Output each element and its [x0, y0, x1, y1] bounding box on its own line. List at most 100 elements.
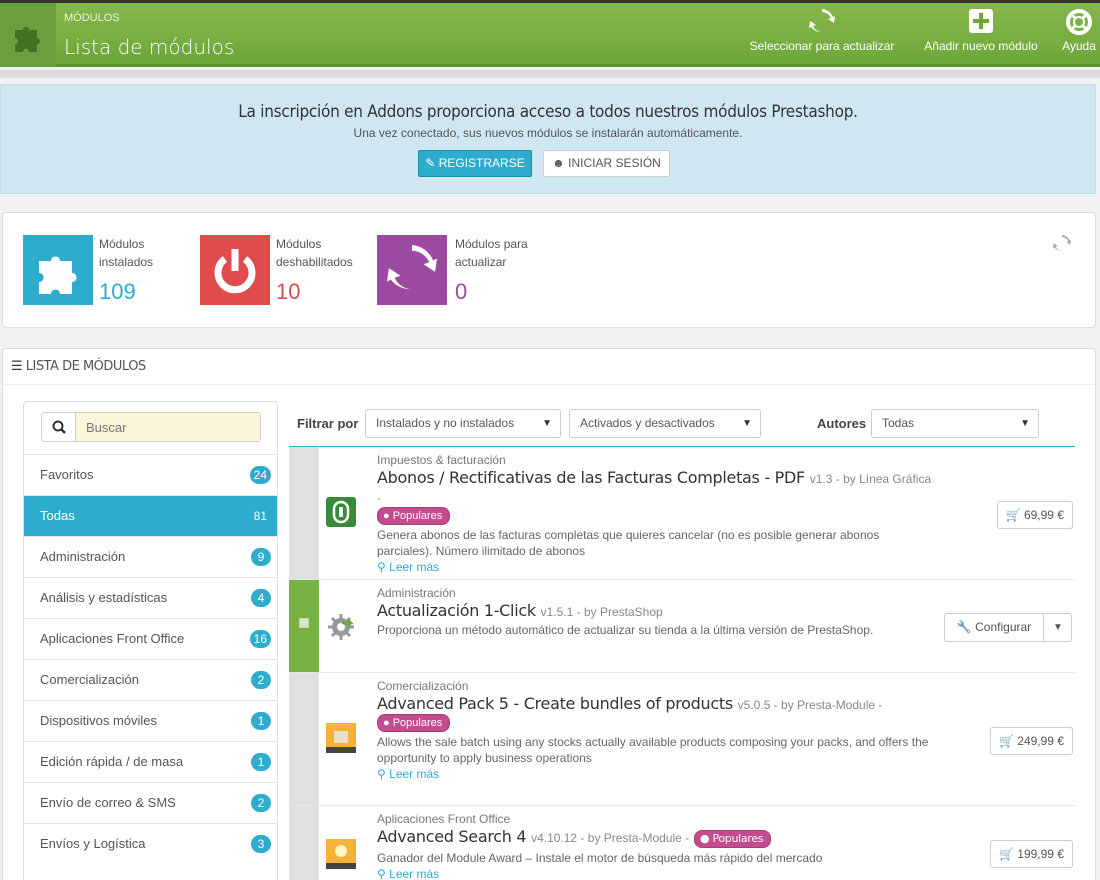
category-item[interactable]: Edición rápida / de masa 1: [24, 741, 277, 782]
module-category: Impuestos & facturación: [377, 453, 506, 467]
lifebuoy-icon: [1058, 9, 1100, 35]
login-label: INICIAR SESIÓN: [568, 156, 661, 170]
buy-button[interactable]: 🛒 69,99 €: [996, 501, 1073, 529]
register-label: REGISTRARSE: [438, 156, 525, 170]
read-more-label: Leer más: [389, 767, 440, 781]
module-stats-panel: Módulos instalados 109 Módulos deshabili…: [2, 212, 1096, 328]
configure-button[interactable]: 🔧 Configurar: [945, 614, 1043, 641]
buy-button[interactable]: 🛒 199,99 €: [989, 840, 1073, 868]
filter-bar: Filtrar por Instalados y no instalados ▼…: [297, 409, 1077, 439]
buy-button[interactable]: 🛒 249,99 €: [989, 727, 1073, 755]
module-status-bar: [289, 806, 319, 880]
module-title: Actualización 1-Click: [377, 601, 536, 620]
filter-label: Filtrar por: [297, 416, 359, 431]
module-version: v4.10.12 - by Presta-Module -: [531, 831, 690, 845]
category-count-badge: 2: [251, 794, 271, 812]
module-row: Impuestos & facturación Abonos / Rectifi…: [289, 447, 1075, 580]
module-description: Genera abonos de las facturas completas …: [377, 528, 880, 558]
install-state-select[interactable]: Instalados y no instalados ▼: [365, 409, 561, 438]
gear-icon: [326, 612, 356, 642]
category-item[interactable]: Comercialización 2: [24, 659, 277, 700]
user-icon: ☻: [552, 156, 565, 170]
module-list-panel: ☰ LISTA DE MÓDULOS Favoritos24Todas81Adm…: [2, 348, 1096, 880]
popular-badge: ● Populares: [377, 507, 451, 525]
category-count-badge: 9: [251, 548, 271, 566]
header-shadow: [0, 70, 1100, 78]
search-button[interactable]: [42, 413, 76, 441]
category-label: Envío de correo & SMS: [40, 795, 176, 810]
configure-dropdown-toggle[interactable]: ▼: [1043, 614, 1072, 641]
caret-down-icon: ▼: [742, 418, 752, 429]
module-title: Advanced Search 4: [377, 827, 527, 846]
select-to-update-button[interactable]: Seleccionar para actualizar: [741, 9, 903, 53]
breadcrumb[interactable]: MÓDULOS: [64, 12, 120, 24]
help-button[interactable]: Ayuda: [1058, 9, 1100, 53]
read-more-link[interactable]: ⚲ Leer más: [377, 767, 937, 781]
price-label: 69,99 €: [1023, 508, 1064, 522]
authors-select[interactable]: Todas ▼: [871, 409, 1039, 438]
pencil-icon: ✎: [425, 156, 436, 170]
authors-value: Todas: [882, 416, 915, 430]
category-item[interactable]: Favoritos 24: [24, 454, 277, 495]
category-item[interactable]: Todas 81: [24, 495, 277, 536]
caret-down-icon: ▼: [1020, 418, 1030, 429]
active-state-select[interactable]: Activados y desactivados ▼: [569, 409, 761, 438]
power-icon: [200, 235, 270, 305]
module-category: Administración: [377, 586, 456, 600]
module-name: Advanced Search 4 v4.10.12 - by Presta-M…: [377, 827, 937, 848]
module-title: Advanced Pack 5 - Create bundles of prod…: [377, 694, 733, 713]
register-button[interactable]: ✎ REGISTRARSE: [418, 150, 532, 177]
module-title: Abonos / Rectificativas de las Facturas …: [377, 468, 805, 487]
authors-label: Autores: [817, 416, 867, 431]
cart-icon: 🛒: [1005, 508, 1021, 522]
category-item[interactable]: Análisis y estadísticas 4: [24, 577, 277, 618]
category-label: Favoritos: [40, 467, 94, 482]
module-body: Impuestos & facturación Abonos / Rectifi…: [377, 453, 937, 574]
category-item[interactable]: Envíos y Logística 3: [24, 823, 277, 864]
category-sidebar: Favoritos24Todas81Administración9Análisi…: [23, 401, 278, 880]
category-count-badge: 16: [249, 630, 271, 648]
login-button[interactable]: ☻ INICIAR SESIÓN: [543, 150, 670, 177]
category-label: Análisis y estadísticas: [40, 590, 168, 605]
cart-icon: 🛒: [998, 847, 1014, 861]
module-checkbox[interactable]: [299, 618, 309, 628]
category-item[interactable]: Envío de correo & SMS 2: [24, 782, 277, 823]
read-more-link[interactable]: ⚲ Leer más: [377, 560, 937, 574]
search-input[interactable]: [76, 413, 260, 441]
add-module-button[interactable]: Añadir nuevo módulo: [914, 9, 1048, 53]
module-status-bar: [289, 673, 319, 805]
category-label: Todas: [40, 508, 75, 523]
read-more-link[interactable]: ⚲ Leer más: [377, 867, 937, 880]
module-list-heading: ☰ LISTA DE MÓDULOS: [11, 359, 146, 374]
invoice-module-icon: [326, 497, 356, 527]
category-count-badge: 4: [251, 589, 271, 607]
module-list-heading-label: LISTA DE MÓDULOS: [25, 359, 146, 374]
plus-icon: [914, 9, 1048, 35]
search-icon: ⚲: [377, 867, 386, 880]
puzzle-icon: [0, 3, 56, 67]
module-name: Abonos / Rectificativas de las Facturas …: [377, 468, 937, 506]
refresh-stats-icon[interactable]: [1053, 235, 1071, 258]
search-icon: ⚲: [377, 560, 386, 574]
help-label: Ayuda: [1062, 39, 1096, 53]
wrench-icon: 🔧: [956, 620, 972, 634]
category-count-badge: 3: [251, 835, 271, 853]
module-row: Comercialización Advanced Pack 5 - Creat…: [289, 673, 1075, 806]
refresh-icon: [377, 235, 447, 305]
configure-label: Configurar: [975, 620, 1032, 634]
module-description: Ganador del Module Award – Instale el mo…: [377, 851, 823, 865]
search-icon: [52, 420, 66, 434]
category-item[interactable]: Aplicaciones Front Office 16: [24, 618, 277, 659]
module-row: Aplicaciones Front Office Advanced Searc…: [289, 806, 1075, 880]
popular-badge-label: Populares: [392, 510, 443, 522]
search-box: [41, 412, 261, 442]
category-count-badge: 1: [251, 712, 271, 730]
category-item[interactable]: Dispositivos móviles 1: [24, 700, 277, 741]
price-label: 199,99 €: [1017, 847, 1064, 861]
module-status-bar: [289, 447, 319, 579]
category-item[interactable]: Administración 9: [24, 536, 277, 577]
addons-subline: Una vez conectado, sus nuevos módulos se…: [353, 126, 743, 140]
category-label: Aplicaciones Front Office: [40, 631, 185, 646]
category-count-badge: 24: [249, 466, 271, 484]
read-more-label: Leer más: [389, 560, 440, 574]
